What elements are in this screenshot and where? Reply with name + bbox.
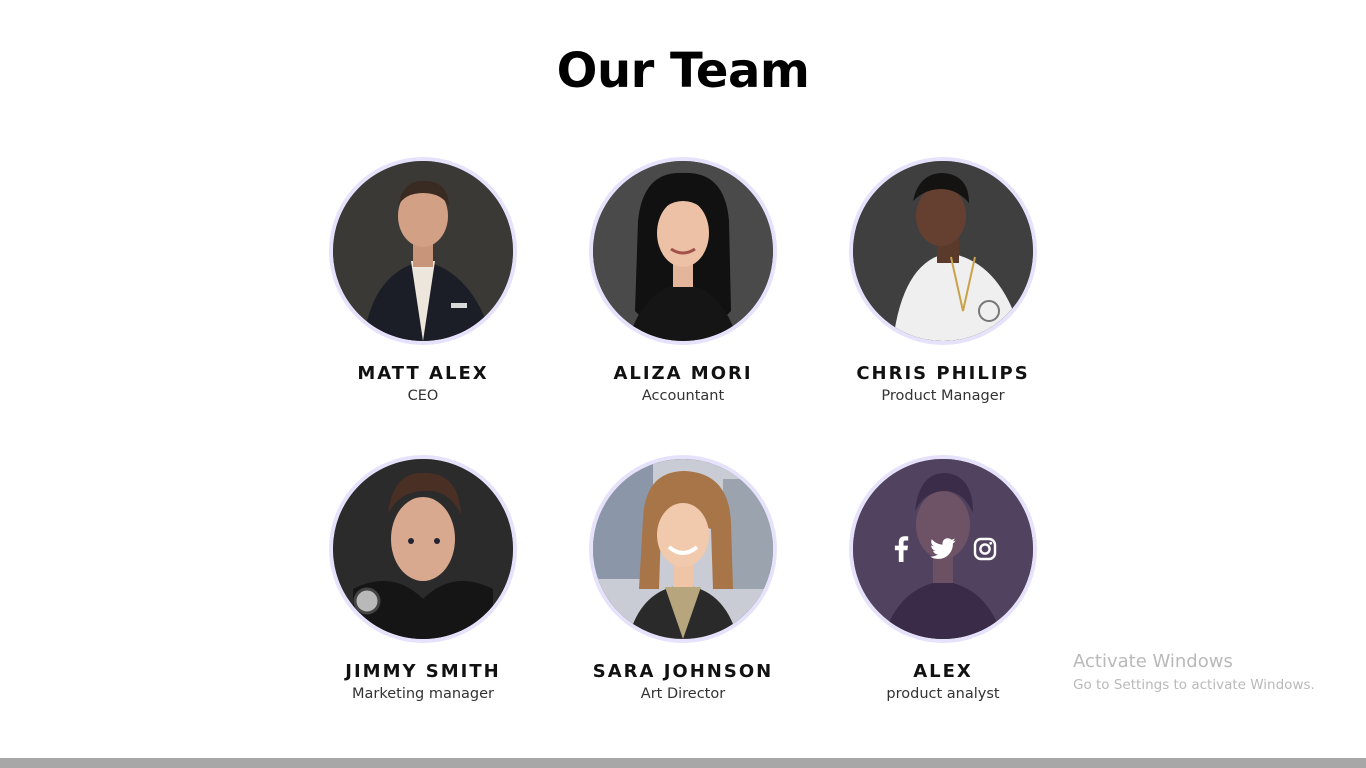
twitter-icon[interactable] <box>929 535 957 563</box>
member-role: CEO <box>407 388 439 404</box>
avatar[interactable] <box>589 157 777 345</box>
watermark-title: Activate Windows <box>1073 651 1233 672</box>
team-card-alex: ALEX product analyst <box>813 455 1073 715</box>
avatar[interactable] <box>849 157 1037 345</box>
member-name: CHRIS PHILIPS <box>856 363 1030 384</box>
portrait-image <box>593 459 773 639</box>
member-role: Marketing manager <box>351 686 495 702</box>
portrait-image <box>593 161 773 341</box>
team-page: Our Team MATT ALEX CEO ALIZA MORI Accoun… <box>0 0 1366 768</box>
team-card-chris-philips: CHRIS PHILIPS Product Manager <box>813 157 1073 455</box>
team-card-matt-alex: MATT ALEX CEO <box>293 157 553 455</box>
member-role: Product Manager <box>881 388 1005 404</box>
instagram-icon[interactable] <box>971 535 999 563</box>
member-name: JIMMY SMITH <box>345 661 501 682</box>
activate-windows-watermark: Activate Windows Go to Settings to activ… <box>1073 650 1315 696</box>
member-name: SARA JOHNSON <box>592 661 774 682</box>
facebook-icon[interactable] <box>887 535 915 563</box>
watermark-subtitle: Go to Settings to activate Windows. <box>1073 677 1315 693</box>
avatar[interactable] <box>589 455 777 643</box>
avatar[interactable] <box>329 455 517 643</box>
member-name: ALIZA MORI <box>613 363 753 384</box>
bottom-bar <box>0 758 1366 768</box>
team-card-sara-johnson: SARA JOHNSON Art Director <box>553 455 813 715</box>
member-role: Accountant <box>641 388 725 404</box>
page-title: Our Team <box>556 43 810 99</box>
avatar[interactable] <box>329 157 517 345</box>
portrait-image <box>333 459 513 639</box>
member-role: Art Director <box>640 686 726 702</box>
portrait-image <box>853 161 1033 341</box>
team-card-jimmy-smith: JIMMY SMITH Marketing manager <box>293 455 553 715</box>
portrait-image <box>333 161 513 341</box>
member-name: ALEX <box>913 661 973 682</box>
team-card-aliza-mori: ALIZA MORI Accountant <box>553 157 813 455</box>
team-grid: MATT ALEX CEO ALIZA MORI Accountant CHRI… <box>293 157 1073 715</box>
social-overlay <box>853 459 1033 639</box>
member-name: MATT ALEX <box>357 363 489 384</box>
member-role: product analyst <box>886 686 1000 702</box>
avatar[interactable] <box>849 455 1037 643</box>
